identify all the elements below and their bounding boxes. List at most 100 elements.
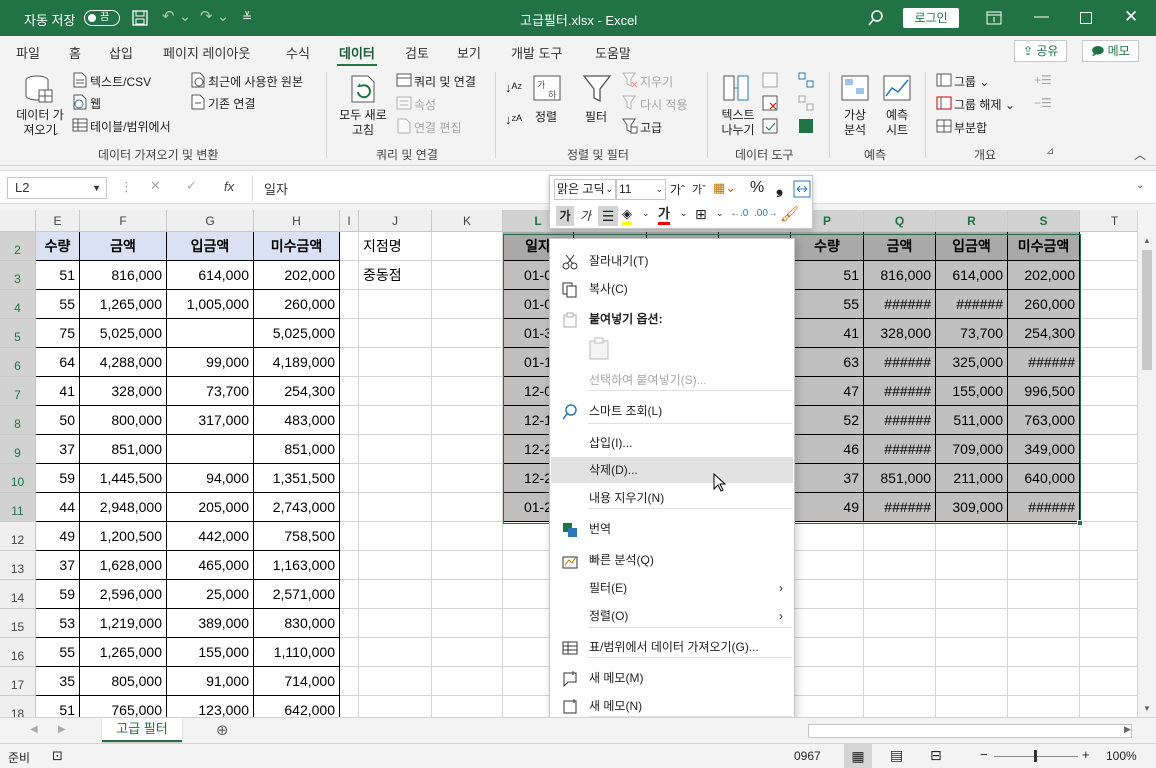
from-table-button[interactable]: 테이블/범위에서 [90, 118, 171, 135]
insert-function-icon[interactable]: fx [224, 179, 234, 194]
output-cell[interactable]: ###### [864, 406, 936, 435]
empty-cell[interactable] [359, 609, 432, 638]
empty-cell[interactable] [1080, 435, 1137, 464]
row-header[interactable]: 11 [0, 493, 36, 522]
tab-developer[interactable]: 개발 도구 [511, 43, 562, 62]
output-cell[interactable]: 55 [791, 290, 864, 319]
table-cell[interactable]: 5,025,000 [80, 319, 167, 348]
criteria-header[interactable]: 지점명 [359, 232, 432, 261]
output-cell[interactable]: 709,000 [936, 435, 1008, 464]
sheet-tab-advanced-filter[interactable]: 고급 필터 [102, 718, 182, 742]
empty-cell[interactable] [864, 522, 936, 551]
context-item-스마트-조회[interactable]: 스마트 조회(L) [551, 398, 793, 424]
empty-cell[interactable] [1080, 609, 1137, 638]
column-header[interactable]: S [1008, 210, 1080, 232]
normal-view-icon[interactable]: ▦ [844, 744, 872, 768]
expand-formula-icon[interactable]: ⌄ [1136, 180, 1144, 191]
collapse-ribbon-icon[interactable]: ︿ [1134, 146, 1146, 163]
tab-file[interactable]: 파일 [16, 43, 40, 62]
empty-cell[interactable] [359, 493, 432, 522]
table-header-cell[interactable]: 미수금액 [254, 232, 340, 261]
output-cell[interactable]: 309,000 [936, 493, 1008, 522]
align-center-icon[interactable]: ☰ [598, 206, 618, 226]
table-cell[interactable] [167, 319, 254, 348]
table-cell[interactable]: 55 [36, 290, 80, 319]
empty-cell[interactable] [432, 609, 503, 638]
italic-icon[interactable]: 가 [580, 207, 591, 224]
row-header[interactable]: 12 [0, 522, 36, 551]
dialog-launcher-icon[interactable]: ⊿ [1046, 146, 1054, 157]
paste-option-icon[interactable] [588, 337, 610, 361]
comma-style-icon[interactable]: ❟ [776, 177, 783, 198]
output-cell[interactable]: 63 [791, 348, 864, 377]
table-cell[interactable]: 317,000 [167, 406, 254, 435]
scroll-right-icon[interactable]: ▶ [1124, 724, 1131, 735]
table-cell[interactable]: 328,000 [80, 377, 167, 406]
row-header[interactable]: 16 [0, 638, 36, 667]
empty-cell[interactable] [359, 696, 432, 717]
empty-cell[interactable] [359, 406, 432, 435]
zoom-in-icon[interactable]: + [1082, 747, 1090, 762]
table-cell[interactable]: 5,025,000 [254, 319, 340, 348]
scroll-thumb[interactable] [1142, 250, 1152, 370]
empty-cell[interactable] [432, 667, 503, 696]
empty-cell[interactable] [791, 551, 864, 580]
column-header[interactable]: T [1080, 210, 1137, 232]
empty-cell[interactable] [432, 261, 503, 290]
table-cell[interactable]: 642,000 [254, 696, 340, 717]
ungroup-button[interactable]: 그룹 해제 ⌄ [954, 96, 1015, 113]
output-header-cell[interactable]: 수량 [791, 232, 864, 261]
fill-color-icon[interactable]: ◈ [622, 206, 632, 225]
table-cell[interactable]: 50 [36, 406, 80, 435]
criteria-value[interactable]: 중동점 [359, 261, 432, 290]
output-cell[interactable]: 49 [791, 493, 864, 522]
table-header-cell[interactable]: 수량 [36, 232, 80, 261]
output-cell[interactable]: 47 [791, 377, 864, 406]
relationships-icon[interactable] [798, 95, 814, 111]
table-cell[interactable]: 805,000 [80, 667, 167, 696]
table-cell[interactable]: 41 [36, 377, 80, 406]
column-header[interactable]: E [36, 210, 80, 232]
row-header[interactable]: 15 [0, 609, 36, 638]
reapply-button[interactable]: 다시 적용 [640, 96, 688, 113]
table-cell[interactable]: 53 [36, 609, 80, 638]
empty-cell[interactable] [1008, 580, 1080, 609]
row-header[interactable]: 3 [0, 261, 36, 290]
table-cell[interactable]: 2,743,000 [254, 493, 340, 522]
empty-cell[interactable] [432, 464, 503, 493]
context-item-복사[interactable]: 복사(C) [551, 276, 793, 302]
group-button[interactable]: 그룹 ⌄ [954, 73, 989, 90]
output-cell[interactable]: 254,300 [1008, 319, 1080, 348]
output-cell[interactable]: ###### [936, 290, 1008, 319]
tab-page-layout[interactable]: 페이지 레이아웃 [163, 43, 250, 62]
empty-cell[interactable] [432, 406, 503, 435]
tab-formulas[interactable]: 수식 [286, 43, 310, 62]
sort-button[interactable]: 정렬 [535, 108, 557, 125]
output-cell[interactable]: 37 [791, 464, 864, 493]
column-header[interactable]: I [340, 210, 359, 232]
hide-detail-icon[interactable]: −☰ [1034, 96, 1052, 110]
output-header-cell[interactable]: 미수금액 [1008, 232, 1080, 261]
empty-cell[interactable] [1008, 696, 1080, 717]
empty-cell[interactable] [359, 464, 432, 493]
context-item-빠른-분석[interactable]: 빠른 분석(Q) [551, 547, 793, 573]
empty-cell[interactable] [791, 667, 864, 696]
column-header[interactable]: G [167, 210, 254, 232]
empty-cell[interactable] [1008, 551, 1080, 580]
empty-cell[interactable] [432, 348, 503, 377]
search-icon[interactable] [868, 10, 884, 26]
table-cell[interactable]: 155,000 [167, 638, 254, 667]
empty-cell[interactable] [359, 638, 432, 667]
clear-button[interactable]: 지우기 [640, 73, 673, 90]
table-cell[interactable]: 389,000 [167, 609, 254, 638]
table-cell[interactable]: 851,000 [80, 435, 167, 464]
text-to-columns-button[interactable]: 텍스트 나누기 [716, 108, 760, 138]
horizontal-scrollbar[interactable] [808, 724, 1132, 738]
vertical-scrollbar[interactable]: ▲ ▼ [1137, 210, 1156, 717]
empty-cell[interactable] [432, 522, 503, 551]
output-cell[interactable]: ###### [864, 493, 936, 522]
empty-cell[interactable] [432, 232, 503, 261]
tab-insert[interactable]: 삽입 [109, 43, 133, 62]
empty-cell[interactable] [432, 580, 503, 609]
empty-cell[interactable] [1080, 580, 1137, 609]
